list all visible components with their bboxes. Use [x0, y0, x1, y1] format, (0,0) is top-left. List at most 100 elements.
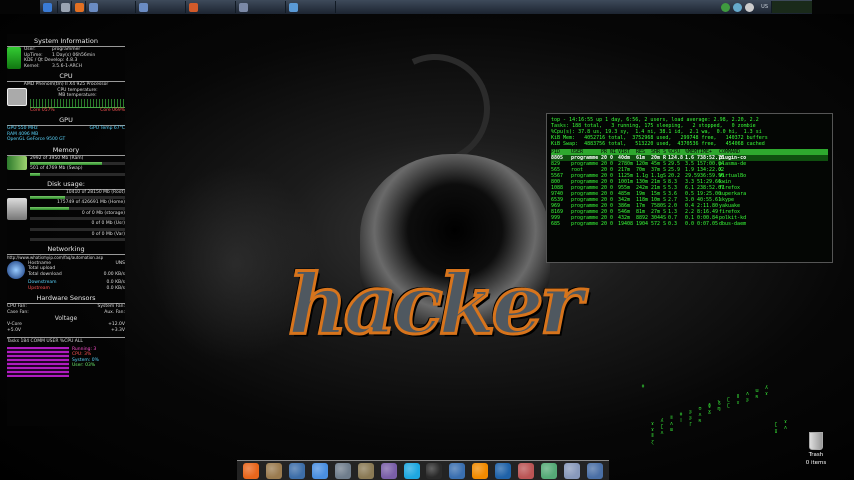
tasks-header: Tasks 184 COMM USER %CPU ALL — [7, 337, 125, 345]
matrix-column: ǂǀ — [679, 412, 683, 424]
matrix-column: ɤɤǁɀ — [650, 421, 654, 445]
system-monitor-icon[interactable] — [540, 462, 557, 479]
panel-task-5[interactable] — [186, 1, 236, 13]
sensors-title: Hardware Sensors — [7, 294, 125, 304]
panel-task-2[interactable] — [72, 1, 86, 13]
top-panel: US — [40, 0, 812, 14]
disk-usage-text: 175749 of 426691 Mb (Home) — [57, 200, 125, 205]
panel-task-1[interactable] — [58, 1, 72, 13]
kernel-label: Kernel: — [24, 63, 40, 69]
matrix-column: ʬʌɯ — [669, 415, 673, 433]
clock[interactable] — [772, 1, 812, 13]
matrix-column: ʗɣ — [774, 422, 778, 434]
matrix-column: ɮɱ — [717, 400, 721, 412]
settings-icon[interactable] — [517, 462, 534, 479]
keyboard-layout-indicator[interactable]: US — [758, 1, 772, 13]
folder-icon[interactable] — [586, 462, 603, 479]
swap-usage: 501 of 4769 Mb (Swap) — [30, 166, 83, 171]
upload-rate: 0.00 KB/s — [103, 271, 125, 277]
trash-icon — [809, 432, 823, 450]
trash-widget[interactable]: Trash 0 items — [796, 432, 836, 478]
upstream-value: 0.0 KB/s — [106, 285, 126, 291]
panel-task-0[interactable] — [40, 1, 58, 13]
kde-menu-icon — [43, 2, 52, 12]
volume-icon[interactable] — [745, 2, 755, 12]
swap-bar — [30, 172, 125, 176]
aux-fan-label: Aux. Fan: — [104, 309, 125, 315]
gimp-icon[interactable] — [357, 462, 374, 479]
firefox-icon[interactable] — [243, 462, 260, 479]
memory-icon — [7, 155, 27, 170]
disk-usage-text: 0 of 0 Mb (Usr) — [91, 221, 125, 226]
gpu-temperature: GPU Temp 67°C — [89, 126, 125, 131]
process-cell: 685 — [551, 221, 561, 227]
matrix-column: ʌʂ — [745, 391, 749, 403]
panel-task-7[interactable] — [286, 1, 336, 13]
process-cell: 0.0 — [685, 221, 695, 227]
music-icon[interactable] — [733, 2, 743, 12]
case-fan-label: Case Fan: — [7, 309, 29, 315]
matrix-column: ǂ — [641, 384, 645, 390]
network-globe-icon — [7, 260, 25, 279]
disk-title: Disk usage: — [7, 180, 125, 190]
disk-usage-text: 10410 of 28150 Mb (Root) — [65, 189, 125, 195]
total-download-label: Total download — [28, 271, 62, 277]
terminal-window[interactable]: top - 14:16:55 up 1 day, 6:56, 2 users, … — [546, 113, 833, 263]
panel-task-3[interactable] — [86, 1, 136, 13]
process-table: 8805 programme 20 0 40dm 61m 20m R 124.8 1.6 738:5… — [551, 155, 828, 227]
panel-task-6[interactable] — [236, 1, 286, 13]
pidgin-icon[interactable] — [380, 462, 397, 479]
calendar-icon[interactable] — [563, 462, 580, 479]
process-cell: 0 — [610, 221, 614, 227]
cpu-title: CPU — [7, 72, 125, 82]
matrix-column: ʎɤ — [764, 385, 768, 397]
virtualbox-icon[interactable] — [495, 462, 512, 479]
process-cell: dbus-daem — [719, 221, 747, 227]
system-monitor-widget: System Information User: programmer UpTim… — [7, 34, 125, 426]
process-row[interactable]: 685 programme 20 0 19408 1904 572 S 0.3 0.0 0:07.0… — [551, 221, 828, 227]
kmail-icon[interactable] — [266, 462, 283, 479]
terminal-icon[interactable] — [426, 462, 443, 479]
mail-icon[interactable] — [334, 462, 351, 479]
disk-usage-bar — [30, 217, 125, 220]
network-title: Networking — [7, 245, 125, 255]
hard-disk-icon — [7, 197, 27, 220]
matrix-column: ɤʌ — [783, 419, 787, 431]
python-icon[interactable] — [449, 462, 466, 479]
matrix-column: ʂʂɼ — [688, 409, 692, 427]
skype-icon[interactable] — [403, 462, 420, 479]
chromium-icon[interactable] — [312, 462, 329, 479]
matrix-column: ɯʀ — [755, 388, 759, 400]
trash-count: 0 items — [805, 460, 827, 466]
thunderbird-icon[interactable] — [289, 462, 306, 479]
tasks-user: User: 03% — [72, 363, 96, 368]
panel-task-4[interactable] — [136, 1, 186, 13]
process-cell: programme — [571, 221, 599, 227]
disk-usage-bar — [30, 196, 125, 199]
matrix-column: ʎʗʌ — [660, 418, 664, 436]
disk-usage-bar — [30, 227, 125, 231]
hostname-value: UNS — [115, 260, 125, 266]
system-info-title: System Information — [7, 37, 125, 47]
matrix-column: ʊʌʀ — [698, 406, 702, 424]
disk-usage-text: 0 of 0 Mb (storage) — [81, 210, 125, 216]
gpu-frequency: GPU 550 MHz — [7, 126, 38, 131]
upstream-label: Upstream — [28, 285, 50, 291]
cpu-graph — [30, 98, 125, 108]
network-icon[interactable] — [721, 2, 731, 12]
ram-bar — [30, 162, 125, 165]
tasks-graph — [7, 346, 69, 377]
gpu-title: GPU — [7, 116, 125, 126]
v33-value: +3.3V — [110, 327, 125, 333]
vlc-icon[interactable] — [472, 462, 489, 479]
process-cell: 572 — [651, 221, 661, 227]
memory-title: Memory — [7, 146, 125, 156]
trash-label: Trash — [808, 452, 824, 458]
v5-value: +5.0V — [7, 327, 22, 333]
process-cell: 0.3 — [668, 221, 678, 227]
disk-usage-bar — [30, 238, 125, 241]
process-cell: 1904 — [636, 221, 649, 227]
disk-usage-bar — [30, 206, 125, 210]
matrix-column: ɸɣ — [707, 403, 711, 415]
browser-icon — [75, 2, 84, 12]
